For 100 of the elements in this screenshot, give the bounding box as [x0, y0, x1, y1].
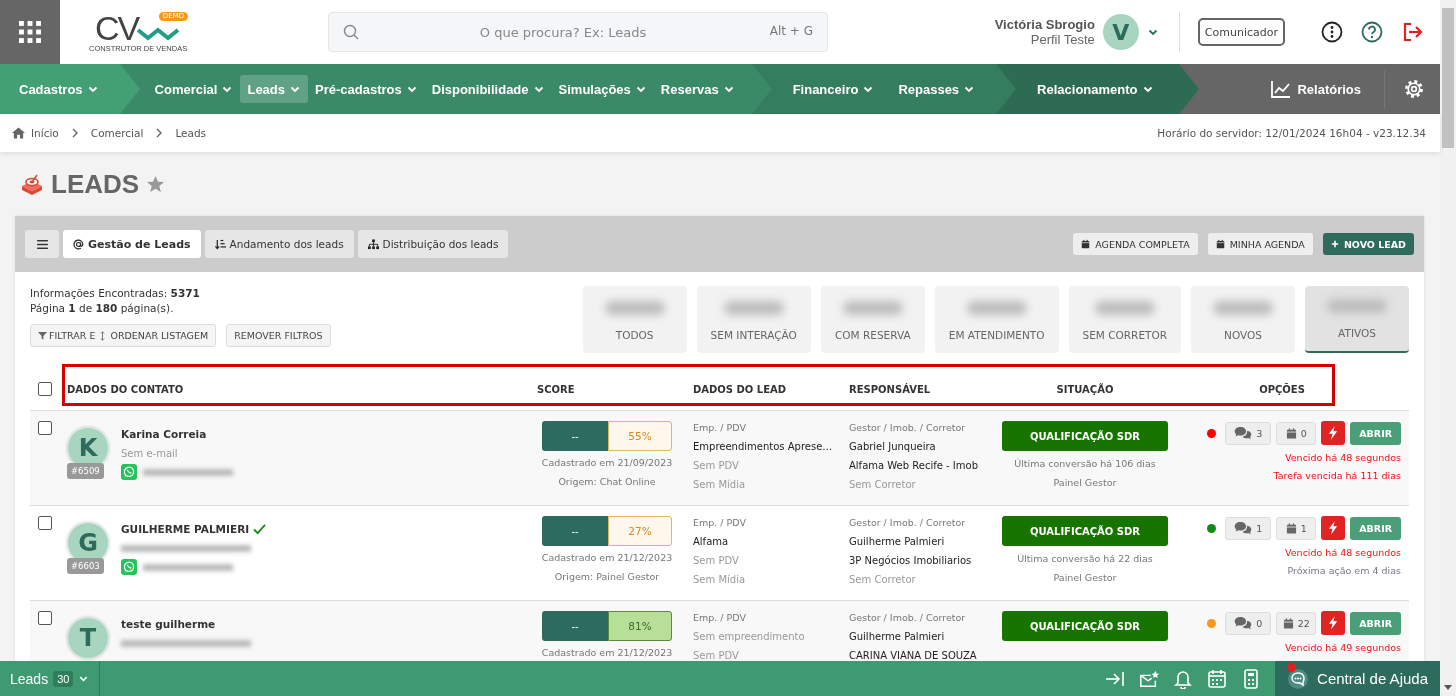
breadcrumb-link[interactable]: Leads: [175, 127, 207, 139]
tasks-button[interactable]: 1: [1276, 516, 1317, 540]
scrollbar-thumb[interactable]: [1442, 8, 1454, 148]
app-launcher-button[interactable]: [0, 0, 60, 64]
status-filter-card[interactable]: TODOS: [582, 286, 687, 353]
messages-button[interactable]: 0: [1225, 611, 1272, 635]
logout-icon[interactable]: [1401, 21, 1425, 43]
filter-sort-button[interactable]: FILTRAR E ORDENAR LISTAGEM: [30, 324, 217, 347]
calendar-icon[interactable]: [1207, 668, 1228, 689]
breadcrumb-link[interactable]: Comercial: [90, 127, 144, 139]
bell-icon[interactable]: [1173, 668, 1194, 689]
open-button[interactable]: ABRIR: [1350, 421, 1401, 445]
row-checkbox[interactable]: [38, 611, 52, 625]
nav-menu-item[interactable]: Simulações: [551, 75, 654, 103]
messages-button[interactable]: 3: [1225, 421, 1272, 445]
field-label: Gestor / Imob. / Corretor: [849, 421, 967, 435]
lead-name[interactable]: GUILHERME PALMIERI: [121, 523, 250, 535]
remove-filters-button[interactable]: REMOVER FILTROS: [226, 324, 331, 347]
field-label: Gestor / Imob. / Corretor: [849, 611, 967, 625]
table-cell-text: Gabriel Junqueira: [849, 440, 937, 454]
status-filter-card[interactable]: SEM CORRETOR: [1068, 286, 1181, 353]
status-button[interactable]: QUALIFICAÇÃO SDR: [1002, 421, 1168, 451]
leads-count-button[interactable]: Leads 30: [0, 661, 101, 696]
tasks-button[interactable]: 0: [1276, 421, 1317, 445]
reports-button[interactable]: Relatórios: [1264, 75, 1368, 103]
lead-avatar: T: [67, 617, 109, 659]
nav-menu-item[interactable]: Repasses: [891, 75, 983, 103]
tab[interactable]: Gestão de Leads: [63, 230, 201, 258]
alert-text: Vencido há 48 segundos: [1285, 451, 1401, 465]
count-badge: 30: [53, 670, 74, 687]
home-icon[interactable]: [12, 127, 25, 139]
lead-name[interactable]: Karina Correia: [121, 428, 207, 440]
email-text: Sem e-mail: [121, 447, 178, 459]
origin-text: Origem: Chat Online: [558, 475, 656, 489]
nav-menu-item[interactable]: Financeiro: [785, 75, 882, 103]
lightning-icon: [1328, 426, 1339, 440]
status-button[interactable]: QUALIFICAÇÃO SDR: [1002, 611, 1168, 641]
nav-menu-item[interactable]: Pré-cadastros: [308, 75, 425, 103]
row-checkbox[interactable]: [38, 421, 52, 435]
tab[interactable]: Distribuição dos leads: [357, 230, 509, 258]
column-header: SITUAÇÃO: [1055, 383, 1115, 395]
breadcrumb-link[interactable]: Início: [31, 127, 59, 139]
search-icon: [343, 24, 359, 40]
score-percentage: 81%: [608, 611, 672, 641]
alert-text: Vencido há 48 segundos: [1285, 546, 1401, 560]
row-checkbox[interactable]: [38, 516, 52, 530]
quick-action-button[interactable]: [1321, 421, 1346, 445]
lightning-icon: [1328, 616, 1339, 630]
communicator-button[interactable]: Comunicador: [1197, 18, 1285, 46]
nav-menu-item[interactable]: Reservas: [653, 75, 742, 103]
envelope-star-icon[interactable]: [1139, 668, 1160, 689]
more-icon[interactable]: [1321, 21, 1343, 43]
alert-text: Tarefa vencida há 111 dias: [1273, 469, 1401, 483]
alert-text: Vencido há 49 segundos: [1285, 641, 1401, 655]
alert-text: Próxima ação em 4 dias: [1287, 564, 1401, 578]
user-avatar[interactable]: V: [1102, 14, 1139, 50]
field-label: Emp. / PDV: [693, 516, 747, 530]
table-cell-text: Sem empreendimento: [693, 630, 806, 644]
quick-action-button[interactable]: [1321, 611, 1346, 635]
whatsapp-icon: [121, 464, 137, 480]
star-icon[interactable]: [146, 174, 166, 194]
chat-icon: [1234, 616, 1253, 630]
last-conversation-text: Última conversão há 22 dias: [1017, 552, 1153, 566]
status-filter-card[interactable]: EM ATENDIMENTO: [934, 286, 1059, 353]
select-all-checkbox[interactable]: [38, 382, 52, 396]
status-filter-card[interactable]: SEM INTERAÇÃO: [696, 286, 811, 353]
nav-menu-item[interactable]: Leads: [240, 75, 309, 103]
tab[interactable]: Andamento dos leads: [204, 230, 354, 258]
messages-button[interactable]: 1: [1225, 516, 1272, 540]
status-filter-card[interactable]: NOVOS: [1191, 286, 1295, 353]
settings-icon[interactable]: [1403, 78, 1425, 100]
id-badge: #6509: [67, 463, 104, 479]
score-value: --: [542, 421, 608, 451]
summary-text: Página 1 de 180 página(s).: [30, 301, 175, 316]
user-name: Victória Sbrogio: [994, 17, 1095, 32]
nav-menu-item[interactable]: Disponibilidade: [424, 75, 552, 103]
whatsapp-icon: [121, 559, 137, 575]
scrollbar[interactable]: [1440, 0, 1456, 696]
new-lead-button[interactable]: NOVO LEAD: [1322, 233, 1414, 255]
status-filter-card[interactable]: ATIVOS: [1305, 286, 1409, 353]
lead-name[interactable]: teste guilherme: [121, 618, 216, 630]
status-button[interactable]: QUALIFICAÇÃO SDR: [1002, 516, 1168, 546]
agenda-button[interactable]: MINHA AGENDA: [1207, 233, 1313, 255]
registered-date: Cadastrado em 21/12/2023: [541, 551, 673, 565]
help-icon[interactable]: [1361, 21, 1383, 43]
shortcut-hint: Alt + G: [769, 24, 813, 38]
nav-menu-item[interactable]: Comercial: [147, 75, 241, 103]
open-button[interactable]: ABRIR: [1350, 611, 1401, 635]
column-header: SCORE: [537, 383, 576, 395]
status-filter-card[interactable]: COM RESERVA: [820, 286, 925, 353]
target-icon: [20, 173, 44, 195]
scroll-down-icon[interactable]: [1443, 685, 1453, 691]
tasks-button[interactable]: 22: [1276, 611, 1317, 635]
agenda-button[interactable]: AGENDA COMPLETA: [1073, 233, 1198, 255]
calendar-icon: [1285, 426, 1297, 440]
help-center-button[interactable]: Central de Ajuda: [1275, 661, 1440, 696]
open-button[interactable]: ABRIR: [1350, 516, 1401, 540]
quick-action-button[interactable]: [1321, 516, 1346, 540]
channel-text: Painel Gestor: [1053, 476, 1117, 490]
menu-button[interactable]: [25, 230, 59, 258]
